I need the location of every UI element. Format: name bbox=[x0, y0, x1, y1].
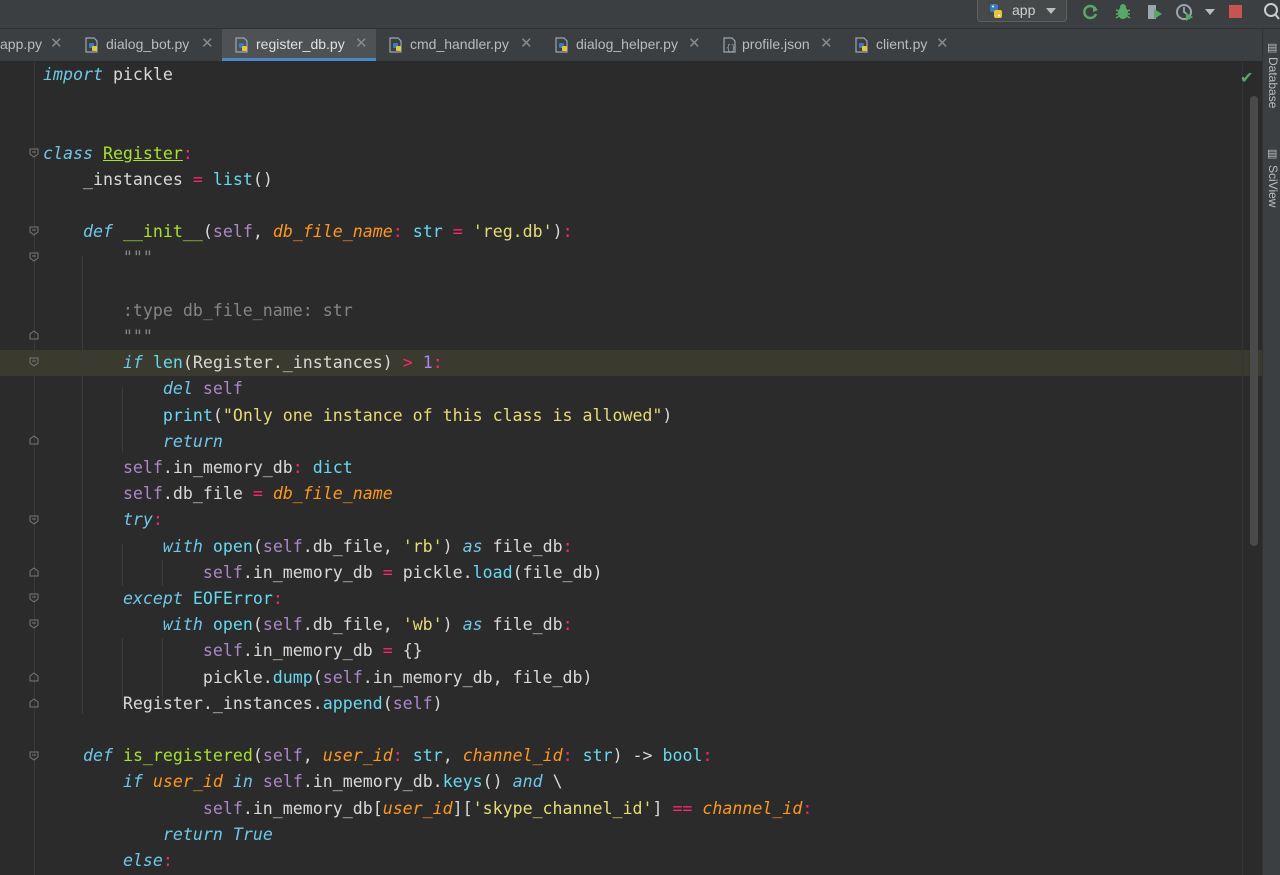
debug-icon[interactable] bbox=[1113, 2, 1133, 22]
vertical-scrollbar[interactable] bbox=[1250, 96, 1258, 546]
python-file-icon bbox=[555, 37, 568, 53]
fold-icon[interactable] bbox=[29, 751, 39, 761]
checkmark-icon: ✔ bbox=[1240, 70, 1254, 87]
tab-label: dialog_helper.py bbox=[576, 36, 678, 52]
coverage-icon[interactable] bbox=[1144, 2, 1164, 22]
main-toolbar: app bbox=[0, 0, 1280, 29]
tab-register-db-py[interactable]: register_db.py ✕ bbox=[222, 29, 376, 61]
json-file-icon: {} bbox=[723, 37, 736, 53]
tab-dialog-helper-py[interactable]: dialog_helper.py ✕ bbox=[542, 29, 710, 61]
tab-dialog-bot-py[interactable]: dialog_bot.py ✕ bbox=[74, 29, 222, 61]
fold-icon[interactable] bbox=[29, 357, 39, 367]
tab-label: cmd_handler.py bbox=[410, 36, 509, 52]
rerun-icon[interactable] bbox=[1081, 2, 1101, 22]
python-file-icon bbox=[85, 37, 98, 53]
close-icon[interactable]: ✕ bbox=[936, 34, 949, 52]
tab-app-py[interactable]: app.py ✕ bbox=[0, 29, 74, 61]
python-file-icon bbox=[389, 37, 402, 53]
right-margin-guide bbox=[1242, 62, 1243, 875]
svg-text:{}: {} bbox=[726, 43, 736, 52]
tab-client-py[interactable]: client.py ✕ bbox=[844, 29, 958, 61]
fold-end-icon[interactable] bbox=[29, 435, 39, 445]
tab-label: register_db.py bbox=[256, 36, 345, 52]
sciview-icon: ▤ bbox=[1267, 148, 1278, 160]
fold-icon[interactable] bbox=[29, 619, 39, 629]
fold-icon[interactable] bbox=[29, 252, 39, 262]
fold-end-icon[interactable] bbox=[29, 698, 39, 708]
tab-label: client.py bbox=[876, 36, 928, 52]
close-icon[interactable]: ✕ bbox=[520, 34, 533, 52]
fold-end-icon[interactable] bbox=[29, 567, 39, 577]
editor-tab-bar: app.py ✕ dialog_bot.py ✕ register_db.py … bbox=[0, 29, 1262, 62]
tab-label: profile.json bbox=[742, 36, 810, 52]
fold-end-icon[interactable] bbox=[29, 672, 39, 682]
fold-end-icon[interactable] bbox=[29, 330, 39, 340]
close-icon[interactable]: ✕ bbox=[355, 34, 368, 52]
right-tool-strip: ▤ Database ▤ SciView bbox=[1262, 29, 1280, 875]
tab-profile-json[interactable]: {} profile.json ✕ bbox=[710, 29, 844, 61]
close-icon[interactable]: ✕ bbox=[688, 34, 701, 52]
python-file-icon bbox=[855, 37, 868, 53]
fold-icon[interactable] bbox=[29, 148, 39, 158]
fold-icon[interactable] bbox=[29, 593, 39, 603]
tab-label: app.py bbox=[0, 36, 43, 52]
tool-window-sciview[interactable]: SciView bbox=[1266, 165, 1280, 207]
close-icon[interactable]: ✕ bbox=[820, 34, 833, 52]
run-configuration-label: app bbox=[1012, 2, 1036, 18]
close-icon[interactable]: ✕ bbox=[201, 34, 214, 52]
tool-window-database[interactable]: Database bbox=[1266, 57, 1280, 108]
python-file-icon bbox=[235, 37, 248, 53]
python-icon bbox=[990, 4, 1002, 18]
fold-icon[interactable] bbox=[29, 515, 39, 525]
tab-cmd-handler-py[interactable]: cmd_handler.py ✕ bbox=[376, 29, 542, 61]
chevron-down-icon bbox=[1046, 8, 1056, 14]
search-icon[interactable] bbox=[1262, 2, 1280, 22]
stop-icon[interactable] bbox=[1225, 2, 1245, 22]
close-icon[interactable]: ✕ bbox=[50, 34, 63, 52]
more-run-icon[interactable] bbox=[1205, 9, 1215, 15]
fold-icon[interactable] bbox=[29, 226, 39, 236]
code-text[interactable]: import pickle class Register: _instances… bbox=[43, 62, 812, 874]
run-configuration-selector[interactable]: app bbox=[977, 0, 1067, 22]
profile-icon[interactable] bbox=[1175, 2, 1195, 22]
code-editor[interactable]: import pickle class Register: _instances… bbox=[0, 62, 1262, 875]
database-icon: ▤ bbox=[1267, 42, 1278, 54]
tab-label: dialog_bot.py bbox=[106, 36, 190, 52]
